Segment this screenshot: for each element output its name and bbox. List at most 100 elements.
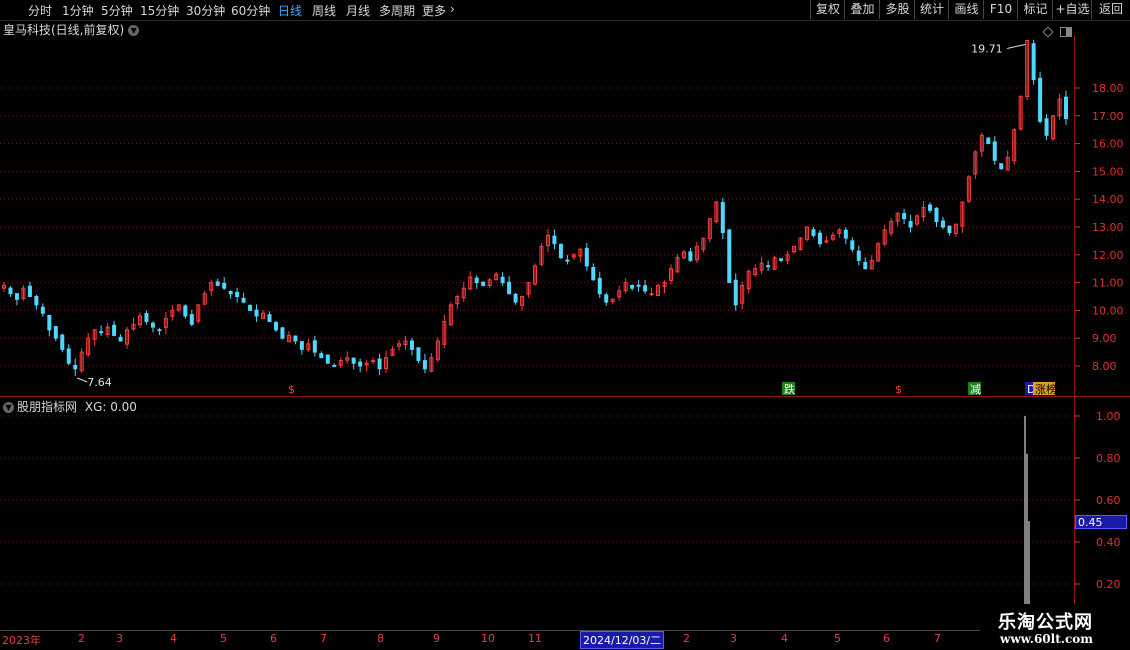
candle-body bbox=[856, 250, 861, 261]
candle-body bbox=[552, 235, 557, 245]
candle-body bbox=[908, 221, 913, 228]
candle-body bbox=[280, 327, 285, 339]
candle-body bbox=[817, 232, 822, 245]
candle-body bbox=[824, 240, 829, 243]
candle-body bbox=[1044, 118, 1049, 136]
date-tick: 4 bbox=[170, 632, 177, 645]
price-chart[interactable]: 18.00 17.00 16.00 15.00 14.00 13.00 12.00 11.00… bbox=[0, 36, 1130, 396]
candle-body bbox=[325, 354, 330, 364]
date-tick: 6 bbox=[883, 632, 890, 645]
candle-body bbox=[422, 360, 427, 370]
period-tab-multi[interactable]: 多周期 bbox=[379, 2, 415, 19]
candle-body bbox=[14, 293, 19, 300]
candle-body bbox=[66, 348, 71, 364]
candle-body bbox=[228, 290, 233, 295]
y-axis-label: 17.00 bbox=[1092, 110, 1124, 123]
candle-body bbox=[409, 340, 414, 350]
y-axis-label: 9.00 bbox=[1092, 332, 1117, 345]
mark-button[interactable]: 标记 bbox=[1017, 0, 1053, 19]
date-tick: 10 bbox=[481, 632, 495, 645]
candle-body bbox=[947, 225, 952, 234]
date-tick: 5 bbox=[834, 632, 841, 645]
watermark-url: www.60lt.com bbox=[1000, 632, 1093, 646]
fuquan-button[interactable]: 复权 bbox=[810, 0, 845, 19]
event-marker: 涨榜 bbox=[1035, 382, 1057, 396]
candle-body bbox=[630, 284, 635, 289]
candle-body bbox=[811, 229, 816, 236]
y-axis-label: 18.00 bbox=[1092, 82, 1124, 95]
y-axis-label: 8.00 bbox=[1092, 360, 1117, 373]
indicator-axis-label: 1.00 bbox=[1096, 410, 1121, 423]
candle-body bbox=[986, 137, 991, 145]
indicator-axis-label: 0.40 bbox=[1096, 536, 1121, 549]
event-marker: $ bbox=[288, 383, 295, 396]
candle-body bbox=[377, 358, 382, 370]
candle-body bbox=[267, 314, 272, 323]
candle-body bbox=[99, 331, 104, 334]
high-price-arrow bbox=[1007, 43, 1026, 49]
candle-body bbox=[118, 336, 123, 342]
candle-body bbox=[928, 204, 933, 211]
candle-body bbox=[591, 266, 596, 281]
period-tab-fenshi[interactable]: 分时 bbox=[28, 2, 52, 19]
candle-body bbox=[332, 364, 337, 367]
candle-body bbox=[584, 247, 589, 267]
period-tab-15min[interactable]: 15分钟 bbox=[140, 2, 179, 19]
candle-body bbox=[215, 281, 220, 286]
selected-date-tick: 2024/12/03/二 bbox=[580, 631, 665, 649]
chevron-down-icon[interactable]: ▼ bbox=[128, 25, 140, 36]
candle-body bbox=[73, 365, 78, 370]
candle-body bbox=[604, 294, 609, 303]
indicator-axis-label: 0.80 bbox=[1096, 452, 1121, 465]
candle-body bbox=[934, 207, 939, 222]
candle-body bbox=[157, 329, 162, 332]
candle-body bbox=[293, 335, 298, 342]
back-button[interactable]: 返回 bbox=[1091, 0, 1130, 19]
candle-body bbox=[733, 279, 738, 306]
event-marker: 跌 bbox=[784, 382, 795, 396]
candle-body bbox=[150, 322, 155, 328]
candle-body bbox=[474, 277, 479, 284]
candle-body bbox=[507, 281, 512, 295]
candle-body bbox=[27, 285, 32, 297]
period-tab-30min[interactable]: 30分钟 bbox=[186, 2, 225, 19]
period-tab-1min[interactable]: 1分钟 bbox=[62, 2, 94, 19]
period-tab-more[interactable]: 更多 bbox=[422, 2, 446, 19]
watermark-title: 乐淘公式网 bbox=[998, 612, 1093, 633]
period-tab-weekly[interactable]: 周线 bbox=[312, 2, 336, 19]
date-tick: 4 bbox=[781, 632, 788, 645]
candle-body bbox=[643, 285, 648, 292]
candle-body bbox=[727, 229, 732, 284]
date-tick: 3 bbox=[116, 632, 123, 645]
candle-body bbox=[34, 296, 39, 306]
f10-button[interactable]: F10 bbox=[983, 0, 1018, 19]
cursor-value-label: 0.45 bbox=[1075, 515, 1127, 529]
period-tab-5min[interactable]: 5分钟 bbox=[101, 2, 133, 19]
period-tab-60min[interactable]: 60分钟 bbox=[231, 2, 270, 19]
period-tab-daily[interactable]: 日线 bbox=[278, 2, 302, 19]
watermark: 乐淘公式网 www.60lt.com bbox=[984, 604, 1130, 650]
stock-title-text: 皇马科技(日线,前复权) bbox=[3, 23, 125, 37]
date-tick: 9 bbox=[433, 632, 440, 645]
indicator-chart[interactable]: 1.00 0.80 0.60 0.40 0.20 bbox=[0, 397, 1130, 630]
overlay-button[interactable]: 叠加 bbox=[844, 0, 880, 19]
date-tick: 7 bbox=[320, 632, 327, 645]
candle-body bbox=[416, 347, 421, 361]
candle-body bbox=[235, 291, 240, 298]
candle-body bbox=[940, 220, 945, 228]
candle-body bbox=[273, 322, 278, 331]
y-axis-label: 16.00 bbox=[1092, 138, 1124, 151]
multi-stock-button[interactable]: 多股 bbox=[879, 0, 915, 19]
chevron-right-icon[interactable]: › bbox=[450, 2, 455, 16]
y-axis-label: 14.00 bbox=[1092, 193, 1124, 206]
period-tab-monthly[interactable]: 月线 bbox=[346, 2, 370, 19]
candle-body bbox=[189, 314, 194, 325]
add-favorite-button[interactable]: +自选 bbox=[1052, 0, 1092, 19]
candle-body bbox=[999, 163, 1004, 170]
draw-line-button[interactable]: 画线 bbox=[948, 0, 984, 19]
low-price-label: 7.64 bbox=[87, 376, 112, 389]
candle-body bbox=[248, 304, 253, 311]
statistics-button[interactable]: 统计 bbox=[914, 0, 949, 19]
candle-body bbox=[40, 306, 45, 314]
date-axis: 2023年 2 3 4 5 6 7 8 9 10 11 2024/12/03/二… bbox=[0, 630, 980, 649]
